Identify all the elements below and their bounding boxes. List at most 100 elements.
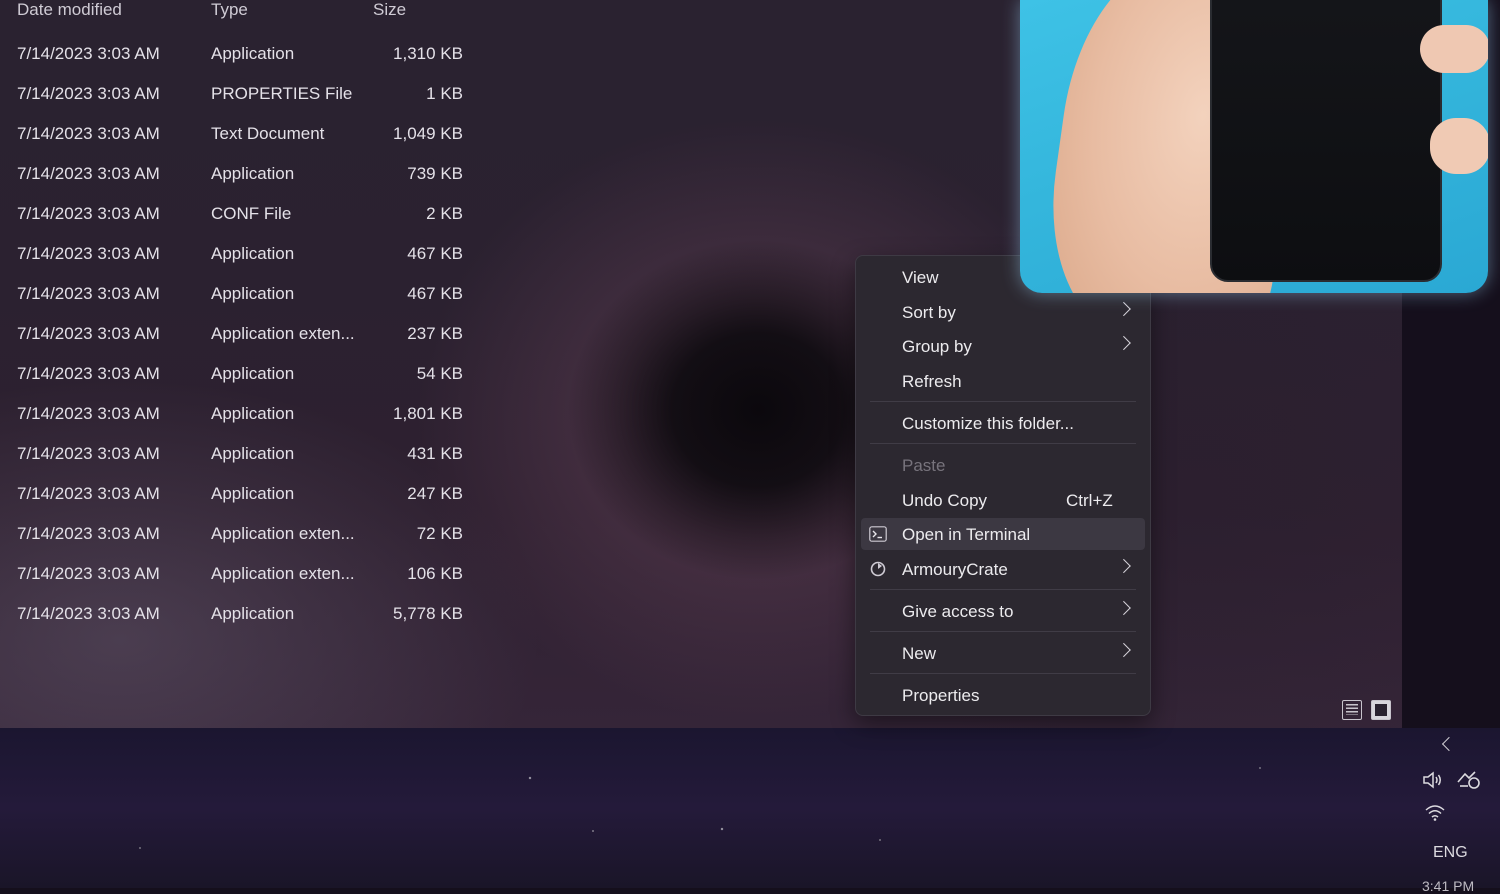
file-date-modified: 7/14/2023 3:03 AM: [17, 444, 160, 463]
chevron-right-icon: [1116, 558, 1131, 574]
file-type: Application: [211, 484, 295, 503]
file-row[interactable]: 7/14/2023 3:03 AM Application 1,801 KB: [0, 393, 480, 433]
menu-item-paste: Paste: [902, 456, 946, 475]
file-date-modified: 7/14/2023 3:03 AM: [17, 364, 160, 383]
menu-separator: [870, 589, 1136, 590]
clock[interactable]: 3:41 PM: [1422, 878, 1474, 894]
file-type: Application: [211, 604, 295, 623]
file-size: 467 KB: [407, 244, 463, 263]
menu-item-properties[interactable]: Properties: [861, 679, 1145, 711]
file-row[interactable]: 7/14/2023 3:03 AM PROPERTIES File 1 KB: [0, 73, 480, 113]
menu-item-refresh[interactable]: Refresh: [861, 365, 1145, 397]
webcam-overlay: [1020, 0, 1488, 293]
file-size: 431 KB: [407, 444, 463, 463]
chevron-right-icon: [1116, 335, 1131, 351]
file-date-modified: 7/14/2023 3:03 AM: [17, 284, 160, 303]
file-row[interactable]: 7/14/2023 3:03 AM Application 431 KB: [0, 433, 480, 473]
menu-item-undo-copy[interactable]: Undo Copy Ctrl+Z: [861, 484, 1145, 516]
file-date-modified: 7/14/2023 3:03 AM: [17, 404, 160, 423]
file-size: 106 KB: [407, 564, 463, 583]
file-size: 237 KB: [407, 324, 463, 343]
file-type: Application: [211, 284, 295, 303]
file-row[interactable]: 7/14/2023 3:03 AM Application 1,310 KB: [0, 33, 480, 73]
terminal-icon: [869, 526, 887, 542]
file-type: Application exten...: [211, 524, 355, 543]
file-type: Text Document: [211, 124, 325, 143]
file-type: Application: [211, 404, 295, 423]
column-header-date-modified[interactable]: Date modified: [17, 0, 122, 20]
file-size: 2 KB: [426, 204, 463, 223]
file-row[interactable]: 7/14/2023 3:03 AM Application 247 KB: [0, 473, 480, 513]
file-size: 739 KB: [407, 164, 463, 183]
file-type: PROPERTIES File: [211, 84, 353, 103]
file-type: Application exten...: [211, 564, 355, 583]
file-size: 1 KB: [426, 84, 463, 103]
column-header-type[interactable]: Type: [211, 0, 248, 20]
file-date-modified: 7/14/2023 3:03 AM: [17, 204, 160, 223]
file-type: Application: [211, 164, 295, 183]
file-row[interactable]: 7/14/2023 3:03 AM Application 467 KB: [0, 233, 480, 273]
menu-item-open-in-terminal[interactable]: Open in Terminal: [861, 518, 1145, 550]
file-date-modified: 7/14/2023 3:03 AM: [17, 244, 160, 263]
file-size: 54 KB: [416, 364, 463, 383]
menu-item-give-access-to[interactable]: Give access to: [861, 595, 1145, 627]
wifi-icon[interactable]: [1424, 804, 1446, 822]
touch-keyboard-icon[interactable]: [1455, 768, 1481, 792]
column-header-size[interactable]: Size: [373, 0, 406, 20]
desktop-wallpaper: [0, 728, 1500, 888]
shortcut-label: Ctrl+Z: [1066, 491, 1113, 510]
file-row[interactable]: 7/14/2023 3:03 AM Application 54 KB: [0, 353, 480, 393]
file-type: CONF File: [211, 204, 292, 223]
file-date-modified: 7/14/2023 3:03 AM: [17, 604, 160, 623]
file-row[interactable]: 7/14/2023 3:03 AM Application exten... 72 …: [0, 513, 480, 553]
file-date-modified: 7/14/2023 3:03 AM: [17, 164, 160, 183]
file-size: 1,801 KB: [393, 404, 463, 423]
tiles-view-icon[interactable]: [1371, 700, 1391, 720]
menu-separator: [870, 443, 1136, 444]
file-size: 467 KB: [407, 284, 463, 303]
file-row[interactable]: 7/14/2023 3:03 AM Application 739 KB: [0, 153, 480, 193]
menu-item-sort-by[interactable]: Sort by: [861, 296, 1145, 328]
file-date-modified: 7/14/2023 3:03 AM: [17, 564, 160, 583]
finger-image: [1430, 118, 1488, 174]
armoury-crate-icon: [870, 561, 886, 577]
file-size: 1,049 KB: [393, 124, 463, 143]
context-menu: View Sort by Group by Refresh Customize …: [855, 255, 1151, 716]
menu-item-customize-folder[interactable]: Customize this folder...: [861, 407, 1145, 439]
menu-separator: [870, 673, 1136, 674]
file-size: 1,310 KB: [393, 44, 463, 63]
file-size: 72 KB: [416, 524, 463, 543]
file-type: Application: [211, 364, 295, 383]
file-date-modified: 7/14/2023 3:03 AM: [17, 44, 160, 63]
file-date-modified: 7/14/2023 3:03 AM: [17, 84, 160, 103]
file-date-modified: 7/14/2023 3:03 AM: [17, 484, 160, 503]
file-type: Application: [211, 444, 295, 463]
language-indicator[interactable]: ENG: [1433, 844, 1468, 862]
file-date-modified: 7/14/2023 3:03 AM: [17, 324, 160, 343]
chevron-right-icon: [1116, 600, 1131, 616]
file-size: 247 KB: [407, 484, 463, 503]
phone-image: [1210, 0, 1442, 282]
file-row[interactable]: 7/14/2023 3:03 AM Text Document 1,049 KB: [0, 113, 480, 153]
menu-separator: [870, 401, 1136, 402]
finger-image: [1420, 25, 1488, 73]
file-date-modified: 7/14/2023 3:03 AM: [17, 124, 160, 143]
chevron-right-icon: [1116, 642, 1131, 658]
file-type: Application exten...: [211, 324, 355, 343]
file-date-modified: 7/14/2023 3:03 AM: [17, 524, 160, 543]
file-row[interactable]: 7/14/2023 3:03 AM Application exten... 237…: [0, 313, 480, 353]
menu-item-new[interactable]: New: [861, 637, 1145, 669]
file-row[interactable]: 7/14/2023 3:03 AM Application 467 KB: [0, 273, 480, 313]
file-row[interactable]: 7/14/2023 3:03 AM Application exten... 106…: [0, 553, 480, 593]
menu-item-armoury-crate[interactable]: ArmouryCrate: [861, 553, 1145, 585]
file-type: Application: [211, 44, 295, 63]
file-size: 5,778 KB: [393, 604, 463, 623]
file-type: Application: [211, 244, 295, 263]
file-row[interactable]: 7/14/2023 3:03 AM CONF File 2 KB: [0, 193, 480, 233]
menu-separator: [870, 631, 1136, 632]
volume-icon[interactable]: [1422, 770, 1444, 790]
menu-item-group-by[interactable]: Group by: [861, 330, 1145, 362]
chevron-right-icon: [1116, 301, 1131, 317]
file-row[interactable]: 7/14/2023 3:03 AM Application 5,778 KB: [0, 593, 480, 633]
details-view-icon[interactable]: [1342, 700, 1362, 720]
